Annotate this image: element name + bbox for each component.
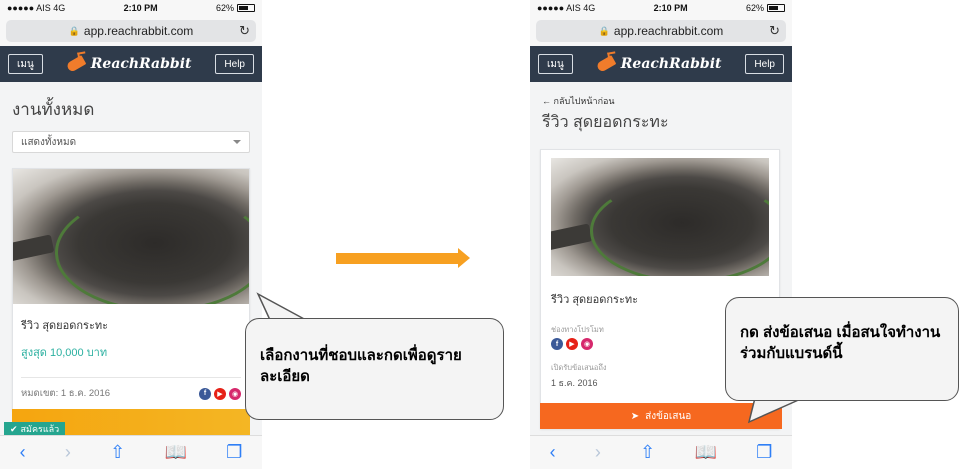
lock-icon: 🔒 <box>68 25 80 36</box>
callout-bubble-left: เลือกงานที่ชอบและกดเพื่อดูรายละเอียด <box>245 318 504 420</box>
job-card[interactable]: รีวิว สุดยอดกระทะ สูงสุด 10,000 บาท หมดเ… <box>12 168 250 410</box>
youtube-icon: ▶ <box>214 387 226 400</box>
job-price: สูงสุด 10,000 บาท <box>21 347 108 359</box>
job-card-footer: หมดเขต: 1 ธ.ค. 2016 f ▶ ◉ <box>21 386 241 401</box>
help-button[interactable]: Help <box>745 54 784 74</box>
brand-name: ReachRabbit <box>90 56 192 72</box>
chevron-down-icon <box>233 140 241 144</box>
callout-right-text: กด ส่งข้อเสนอ เมื่อสนใจทำงานร่วมกับแบรนด… <box>740 324 941 362</box>
right-arrow-icon <box>336 248 470 268</box>
product-photo <box>13 169 249 304</box>
carrot-icon <box>65 55 87 73</box>
left-phone-screen: ●●●●● AIS 4G 2:10 PM 62% 🔒 app.reachrabb… <box>0 0 262 469</box>
back-link-label: กลับไปหน้าก่อน <box>553 96 615 106</box>
youtube-icon: ▶ <box>566 338 578 350</box>
paper-plane-icon: ➤ <box>630 410 640 422</box>
pan-handle-shape <box>551 223 593 251</box>
reload-icon[interactable]: ↻ <box>239 23 250 39</box>
filter-select[interactable]: แสดงทั้งหมด <box>12 131 250 153</box>
facebook-icon: f <box>551 338 563 350</box>
tutorial-canvas: ●●●●● AIS 4G 2:10 PM 62% 🔒 app.reachrabb… <box>0 0 962 469</box>
product-photo <box>551 158 769 276</box>
status-bar: ●●●●● AIS 4G 2:10 PM 62% <box>530 0 792 16</box>
job-deadline: หมดเขต: 1 ธ.ค. 2016 <box>21 388 111 399</box>
pan-handle-shape <box>13 234 55 262</box>
clock: 2:10 PM <box>123 3 158 13</box>
browser-address-bar: 🔒 app.reachrabbit.com ↻ <box>0 16 262 46</box>
back-link[interactable]: ← กลับไปหน้าก่อน <box>542 94 780 108</box>
safari-toolbar: ‹ › ⇧ 📖 ❐ <box>0 435 262 469</box>
callout-left-text: เลือกงานที่ชอบและกดเพื่อดูรายละเอียด <box>260 347 462 385</box>
main-content: งานทั้งหมด แสดงทั้งหมด รีวิว สุดยอดกระทะ… <box>0 96 262 410</box>
brand-name: ReachRabbit <box>620 56 722 72</box>
bookmarks-icon[interactable]: 📖 <box>165 442 187 463</box>
instagram-icon: ◉ <box>229 387 241 400</box>
brand-logo[interactable]: ReachRabbit <box>595 55 722 73</box>
share-icon[interactable]: ⇧ <box>110 442 125 463</box>
registered-label: สมัครแล้ว <box>20 424 60 434</box>
instagram-icon: ◉ <box>581 338 593 350</box>
url-field[interactable]: 🔒 app.reachrabbit.com ↻ <box>6 20 256 42</box>
arrow-left-icon: ← <box>542 96 551 106</box>
back-icon[interactable]: ‹ <box>20 442 26 463</box>
status-bar: ●●●●● AIS 4G 2:10 PM 62% <box>0 0 262 16</box>
registered-badge: ✔ สมัครแล้ว <box>4 422 66 436</box>
clock: 2:10 PM <box>653 3 688 13</box>
battery-percent: 62% <box>215 3 234 13</box>
tabs-icon[interactable]: ❐ <box>226 442 242 463</box>
bookmarks-icon[interactable]: 📖 <box>695 442 717 463</box>
lock-icon: 🔒 <box>598 25 610 36</box>
facebook-icon: f <box>199 387 211 400</box>
page-title: งานทั้งหมด <box>12 100 95 119</box>
help-button[interactable]: Help <box>215 54 254 74</box>
forward-icon[interactable]: › <box>65 442 71 463</box>
reload-icon[interactable]: ↻ <box>769 23 780 39</box>
battery-icon <box>236 4 255 12</box>
job-card-body: รีวิว สุดยอดกระทะ สูงสุด 10,000 บาท หมดเ… <box>13 304 249 409</box>
battery-icon <box>766 4 785 12</box>
carrier-label: ●●●●● AIS 4G <box>7 3 66 13</box>
battery-percent: 62% <box>745 3 764 13</box>
brand-logo[interactable]: ReachRabbit <box>65 55 192 73</box>
tabs-icon[interactable]: ❐ <box>756 442 772 463</box>
carrot-icon <box>595 55 617 73</box>
divider <box>21 377 241 378</box>
url-field[interactable]: 🔒 app.reachrabbit.com ↻ <box>536 20 786 42</box>
browser-address-bar: 🔒 app.reachrabbit.com ↻ <box>530 16 792 46</box>
pan-rim-shape <box>55 193 249 304</box>
filter-selected-value: แสดงทั้งหมด <box>21 136 77 148</box>
pan-rim-shape <box>590 179 769 276</box>
channel-icons: f ▶ ◉ <box>199 387 241 400</box>
menu-button[interactable]: เมนู <box>538 54 573 74</box>
check-circle-icon: ✔ <box>10 423 18 434</box>
callout-bubble-right: กด ส่งข้อเสนอ เมื่อสนใจทำงานร่วมกับแบรนด… <box>725 297 959 401</box>
url-text: app.reachrabbit.com <box>613 24 724 38</box>
app-navbar: เมนู ReachRabbit Help <box>0 46 262 82</box>
job-title: รีวิว สุดยอดกระทะ <box>21 320 109 332</box>
url-text: app.reachrabbit.com <box>83 24 194 38</box>
safari-toolbar: ‹ › ⇧ 📖 ❐ <box>530 435 792 469</box>
carrier-label: ●●●●● AIS 4G <box>537 3 596 13</box>
menu-button[interactable]: เมนู <box>8 54 43 74</box>
send-offer-label: ส่งข้อเสนอ <box>645 410 692 422</box>
app-navbar: เมนู ReachRabbit Help <box>530 46 792 82</box>
back-icon[interactable]: ‹ <box>550 442 556 463</box>
share-icon[interactable]: ⇧ <box>640 442 655 463</box>
forward-icon[interactable]: › <box>595 442 601 463</box>
page-title: รีวิว สุดยอดกระทะ <box>542 114 669 131</box>
status-right: 62% <box>746 3 785 13</box>
status-right: 62% <box>216 3 255 13</box>
